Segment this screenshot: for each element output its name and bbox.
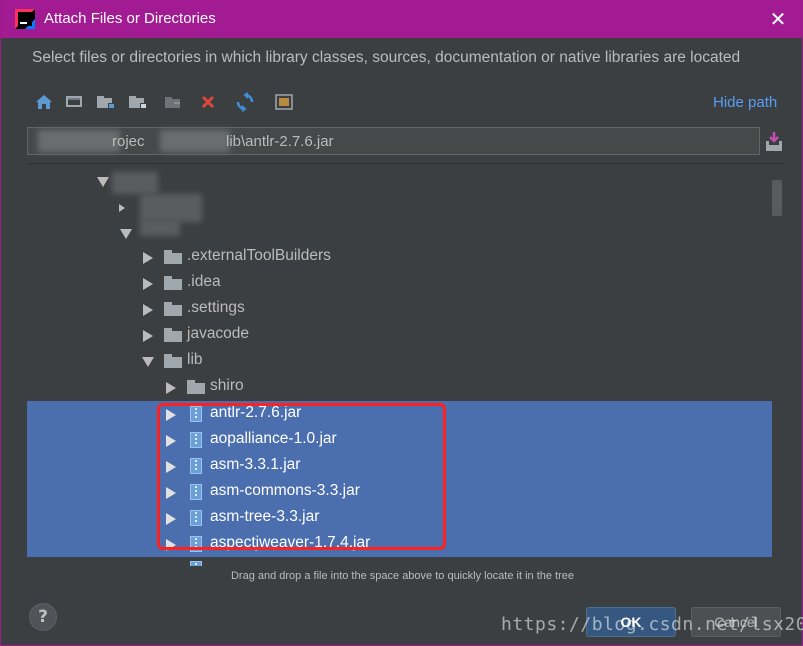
dialog-description: Select files or directories in which lib… — [32, 49, 741, 66]
chevron-right-icon[interactable] — [166, 435, 176, 447]
tree-row-jar-selected[interactable]: asm-commons-3.3.jar — [27, 479, 772, 505]
chevron-down-icon[interactable] — [120, 229, 132, 239]
tree-item-label: shiro — [210, 377, 244, 394]
drag-drop-hint: Drag and drop a file into the space abov… — [230, 570, 575, 582]
hide-path-link[interactable]: Hide path — [713, 94, 777, 111]
tree-row-jar-selected[interactable]: antlr-2.7.6.jar — [27, 401, 772, 427]
refresh-icon[interactable] — [234, 90, 256, 114]
tree-row-collapsed[interactable] — [27, 194, 772, 222]
chevron-right-icon[interactable] — [166, 409, 176, 421]
dialog-title: Attach Files or Directories — [44, 10, 216, 27]
path-text-end: lib\antlr-2.7.6.jar — [226, 133, 334, 150]
jar-file-icon — [190, 510, 202, 526]
path-input[interactable]: rojec lib\antlr-2.7.6.jar — [27, 127, 760, 155]
tree-item-label: lib — [187, 351, 203, 368]
redacted-region — [140, 194, 202, 222]
chevron-right-icon[interactable] — [166, 487, 176, 499]
tree-row-jar-partial[interactable] — [27, 557, 772, 566]
chevron-right-icon[interactable] — [143, 304, 153, 316]
folder-icon — [187, 380, 205, 394]
home-icon[interactable] — [33, 90, 55, 114]
delete-icon[interactable] — [197, 90, 219, 114]
jar-file-icon — [190, 432, 202, 448]
tree-row-folder[interactable]: .externalToolBuilders — [27, 244, 772, 270]
tree-row-folder[interactable]: .idea — [27, 270, 772, 296]
folder-icon — [164, 354, 182, 368]
chevron-right-icon[interactable] — [143, 278, 153, 290]
tree-item-label: asm-3.3.1.jar — [210, 456, 301, 473]
chevron-down-icon[interactable] — [97, 177, 109, 187]
jar-file-icon — [190, 458, 202, 474]
jar-file-icon — [190, 536, 202, 552]
chevron-right-icon[interactable] — [143, 330, 153, 342]
help-button[interactable]: ? — [29, 603, 57, 631]
tree-item-label: .idea — [187, 273, 221, 290]
redacted-region — [112, 172, 158, 194]
folder-icon — [164, 250, 182, 264]
desktop-icon[interactable] — [63, 90, 85, 114]
tree-row-jar-selected[interactable]: asm-tree-3.3.jar — [27, 505, 772, 531]
jar-file-icon — [190, 561, 202, 566]
folder-icon — [164, 302, 182, 316]
tree-item-label: antlr-2.7.6.jar — [210, 404, 302, 421]
chevron-down-icon[interactable] — [142, 357, 154, 367]
project-folder-icon[interactable] — [95, 90, 117, 114]
watermark: https://blog.csdn.net/lsx2017 — [501, 614, 803, 635]
redacted-region — [38, 130, 120, 152]
tree-row-folder-expanded[interactable]: lib — [27, 348, 772, 374]
tree-row-folder[interactable]: javacode — [27, 322, 772, 348]
close-icon[interactable]: ✕ — [768, 9, 788, 29]
tree-row-jar-selected[interactable]: aspectjweaver-1.7.4.jar — [27, 531, 772, 557]
file-tree[interactable]: .externalToolBuilders .idea .settings ja… — [27, 163, 785, 566]
tree-item-label: .externalToolBuilders — [187, 247, 331, 264]
chevron-right-icon[interactable] — [166, 461, 176, 473]
module-folder-icon[interactable] — [127, 90, 149, 114]
locate-download-icon[interactable] — [764, 131, 784, 153]
chevron-right-icon[interactable] — [166, 513, 176, 525]
chevron-right-icon[interactable] — [119, 204, 125, 212]
chevron-right-icon[interactable] — [166, 382, 176, 394]
chevron-right-icon[interactable] — [143, 252, 153, 264]
tree-row-jar-selected[interactable]: aopalliance-1.0.jar — [27, 427, 772, 453]
tree-item-label: aspectjweaver-1.7.4.jar — [210, 534, 371, 551]
tree-scrollbar[interactable] — [772, 180, 782, 216]
jar-file-icon — [190, 484, 202, 500]
tree-item-label: asm-commons-3.3.jar — [210, 482, 360, 499]
tree-item-label: asm-tree-3.3.jar — [210, 508, 320, 525]
jar-file-icon — [190, 406, 202, 422]
tree-row-project[interactable] — [27, 220, 772, 246]
intellij-logo-icon — [15, 9, 35, 29]
tree-row-folder[interactable]: shiro — [27, 374, 772, 400]
chevron-right-icon[interactable] — [166, 539, 176, 551]
path-text-mid: rojec — [112, 133, 145, 150]
folder-icon — [164, 276, 182, 290]
tree-item-label: aopalliance-1.0.jar — [210, 430, 337, 447]
folder-icon — [164, 328, 182, 342]
tree-row-folder[interactable]: .settings — [27, 296, 772, 322]
title-bar: Attach Files or Directories ✕ — [1, 0, 802, 38]
dialog-window: Attach Files or Directories ✕ Select fil… — [0, 0, 803, 646]
new-folder-icon[interactable] — [163, 90, 185, 114]
tree-row-jar-selected[interactable]: asm-3.3.1.jar — [27, 453, 772, 479]
redacted-region — [140, 220, 180, 236]
tree-row-root[interactable] — [27, 168, 772, 194]
tree-item-label: .settings — [187, 299, 245, 316]
tree-item-label: javacode — [187, 325, 250, 342]
redacted-region — [160, 130, 230, 152]
show-hidden-icon[interactable] — [273, 90, 295, 114]
